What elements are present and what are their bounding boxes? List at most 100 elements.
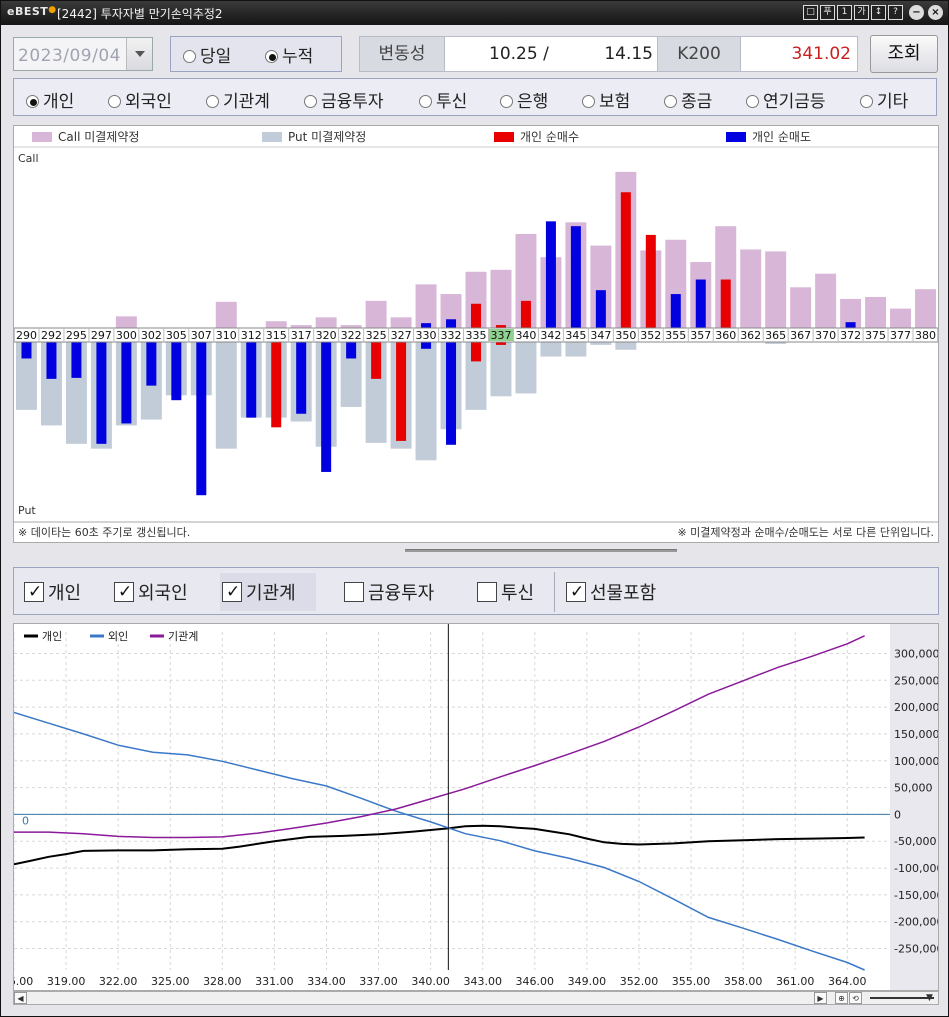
put-net-sell-bar xyxy=(421,342,432,349)
toggle-trust[interactable]: 투신 xyxy=(477,579,534,605)
investor-radio-institution[interactable]: 기관계 xyxy=(206,87,270,112)
strike-tick-label: 355 xyxy=(665,329,686,342)
radio-dot-icon xyxy=(419,95,432,108)
radio-dot-icon xyxy=(664,95,677,108)
resize-button[interactable]: ↕ xyxy=(871,5,886,20)
pin-button[interactable]: 푸 xyxy=(820,5,835,20)
series-toggle-row: 개인 외국인 기관계 금융투자 투신 선물포함 xyxy=(13,567,939,615)
x-tick-label: 346.00 xyxy=(516,975,555,988)
scroll-left-icon[interactable]: ◀ xyxy=(14,992,27,1004)
put-oi-bar xyxy=(415,342,437,461)
k200-value: 341.02 xyxy=(740,36,858,72)
investor-radio-insurance[interactable]: 보험 xyxy=(582,87,630,112)
investor-radio-pension[interactable]: 연기금등 xyxy=(746,87,826,112)
strike-tick-label: 365 xyxy=(765,329,786,342)
help-button[interactable]: ? xyxy=(888,5,903,20)
window-restore-button[interactable]: □ xyxy=(803,5,818,20)
y-tick-label: -100,000 xyxy=(894,862,938,875)
x-tick-label: 331.00 xyxy=(255,975,294,988)
call-oi-bar xyxy=(115,316,137,328)
legend-swatch xyxy=(494,132,514,142)
radio-today[interactable]: 당일 xyxy=(183,42,231,67)
y-tick-label: 200,000 xyxy=(894,701,938,714)
put-net-buy-bar xyxy=(396,342,407,441)
legend-swatch xyxy=(262,132,282,142)
scroll-right-icon[interactable]: ▶ xyxy=(814,992,827,1004)
pnl-estimate-chart: 316.00 319.00 322.00 325.00 328.00 331.00 334.… xyxy=(0,623,943,991)
investor-radio-bank[interactable]: 은행 xyxy=(500,87,548,112)
strike-tick-label: 310 xyxy=(216,329,237,342)
x-tick-label: 343.00 xyxy=(463,975,502,988)
checkbox-icon xyxy=(222,582,242,602)
unit-note: ※ 미결제약정과 순매수/순매도는 서로 다른 단위입니다. xyxy=(677,525,934,539)
toggle-financial[interactable]: 금융투자 xyxy=(344,579,434,605)
call-net-buy-bar xyxy=(720,279,731,328)
zoom-reset-icon[interactable]: ⟲ xyxy=(849,992,862,1004)
close-icon[interactable]: × xyxy=(928,5,943,20)
strike-tick-label: 322 xyxy=(341,329,362,342)
investor-radio-other[interactable]: 기타 xyxy=(860,87,908,112)
strike-tick-label: 305 xyxy=(166,329,187,342)
strike-tick-label: 332 xyxy=(441,329,462,342)
put-net-sell-bar xyxy=(346,342,357,359)
x-tick-label: 361.00 xyxy=(776,975,815,988)
toggle-individual[interactable]: 개인 xyxy=(24,579,81,605)
refresh-note: ※ 데이타는 60초 주기로 갱신됩니다. xyxy=(18,526,190,539)
font-button[interactable]: 가 xyxy=(854,5,869,20)
call-net-sell-bar xyxy=(446,319,457,328)
date-value: 2023/09/04 xyxy=(18,46,121,66)
strike-tick-label: 345 xyxy=(565,329,586,342)
legend-swatch xyxy=(32,132,52,142)
strike-tick-label: 357 xyxy=(690,329,711,342)
investor-radio-trust[interactable]: 투신 xyxy=(419,87,467,112)
put-net-sell-bar xyxy=(246,342,257,418)
zoom-slider[interactable] xyxy=(870,997,934,999)
toggle-foreign[interactable]: 외국인 xyxy=(114,579,188,605)
investor-radio-foreign[interactable]: 외국인 xyxy=(108,87,172,112)
checkbox-icon xyxy=(566,582,586,602)
put-net-sell-bar xyxy=(196,342,207,496)
date-picker[interactable]: 2023/09/04 xyxy=(13,37,153,71)
minimize-icon[interactable]: − xyxy=(909,5,924,20)
call-oi-bar xyxy=(265,321,287,328)
investor-radio-merchant-bank[interactable]: 종금 xyxy=(664,87,712,112)
put-axis-label: Put xyxy=(18,504,36,517)
screen-1-button[interactable]: 1 xyxy=(837,5,852,20)
splitter-handle[interactable] xyxy=(405,549,677,552)
toggle-institution[interactable]: 기관계 xyxy=(222,579,296,605)
main-window: eBEST● [2442] 투자자별 만기손익추정2 □ 푸 1 가 ↕ ? −… xyxy=(0,0,949,1017)
put-net-sell-bar xyxy=(121,342,132,424)
call-oi-bar xyxy=(790,287,812,328)
chevron-down-icon[interactable] xyxy=(126,38,152,70)
strike-tick-label: 327 xyxy=(391,329,412,342)
radio-dot-icon xyxy=(582,95,595,108)
call-net-buy-bar xyxy=(520,300,531,328)
strike-tick-label: 315 xyxy=(266,329,287,342)
x-tick-label: 322.00 xyxy=(99,975,138,988)
x-tick-label: 328.00 xyxy=(203,975,242,988)
put-net-sell-bar xyxy=(146,342,157,386)
put-oi-bar xyxy=(615,342,637,350)
legend-label: 개인 순매수 xyxy=(520,130,579,144)
investor-radio-financial[interactable]: 금융투자 xyxy=(304,87,384,112)
zoom-in-icon[interactable]: ⊕ xyxy=(835,992,848,1004)
zoom-slider-thumb-icon[interactable]: ▼ xyxy=(926,993,933,1003)
horizontal-scrollbar[interactable]: ◀ ▶ ⊕ ⟲ ▼ xyxy=(13,991,939,1005)
checkbox-icon xyxy=(114,582,134,602)
call-net-buy-bar xyxy=(645,234,656,328)
radio-dot-icon xyxy=(500,95,513,108)
volatility-label: 변동성 xyxy=(359,36,445,72)
radio-cumulative[interactable]: 누적 xyxy=(265,42,313,67)
query-button[interactable]: 조회 xyxy=(870,35,938,73)
radio-dot-icon xyxy=(746,95,759,108)
app-logo: eBEST● xyxy=(7,5,57,18)
call-net-sell-bar xyxy=(670,294,681,328)
call-oi-bar xyxy=(890,308,912,328)
toggle-include-futures[interactable]: 선물포함 xyxy=(566,579,656,605)
investor-radio-individual[interactable]: 개인 xyxy=(26,87,74,112)
call-net-sell-bar xyxy=(595,290,606,328)
x-tick-label: 355.00 xyxy=(672,975,711,988)
strike-tick-label: 375 xyxy=(865,329,886,342)
strike-tick-label: 300 xyxy=(116,329,137,342)
radio-dot-icon xyxy=(108,95,121,108)
